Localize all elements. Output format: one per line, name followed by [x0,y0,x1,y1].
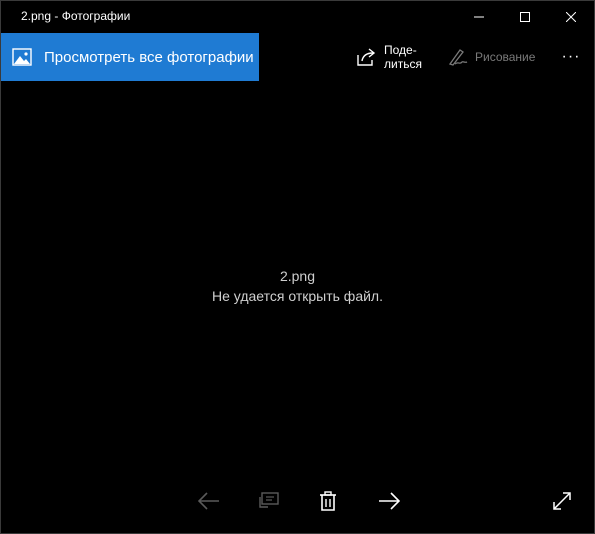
trash-icon [320,491,336,511]
draw-button[interactable]: Рисование [447,33,535,81]
share-label-line1: Поде- [384,43,417,57]
more-options-button[interactable]: ··· [559,45,583,69]
maximize-button[interactable] [502,1,548,33]
previous-photo-button[interactable] [193,485,225,517]
error-message-area: 2.png Не удается открыть файл. [1,266,594,306]
share-label: Поде- литься [384,43,422,71]
view-all-photos-button[interactable]: Просмотреть все фотографии [1,33,259,81]
share-label-line2: литься [384,57,422,71]
arrow-right-icon [379,492,400,510]
close-button[interactable] [548,1,594,33]
photo-icon [11,46,33,68]
title-bar: 2.png - Фотографии [1,1,594,33]
view-all-photos-label: Просмотреть все фотографии [44,48,254,66]
slideshow-button[interactable] [253,485,285,517]
close-icon [566,12,576,22]
minimize-icon [474,16,484,18]
window-title: 2.png - Фотографии [21,9,131,23]
fullscreen-button[interactable] [546,485,578,517]
delete-button[interactable] [312,485,344,517]
arrow-left-icon [198,492,219,510]
slideshow-icon [259,492,279,508]
next-photo-button[interactable] [373,485,405,517]
share-icon [357,48,376,66]
file-name: 2.png [279,268,316,284]
app-toolbar: Просмотреть все фотографии Поде- литься … [1,33,594,81]
maximize-icon [520,12,530,22]
pen-icon [448,49,468,66]
minimize-button[interactable] [456,1,502,33]
error-message: Не удается открыть файл. [212,288,383,304]
draw-label: Рисование [475,50,536,64]
share-button[interactable]: Поде- литься [356,33,422,81]
fullscreen-icon [553,492,571,510]
photos-window: 2.png - Фотографии Просмотреть все фотог… [0,0,595,534]
